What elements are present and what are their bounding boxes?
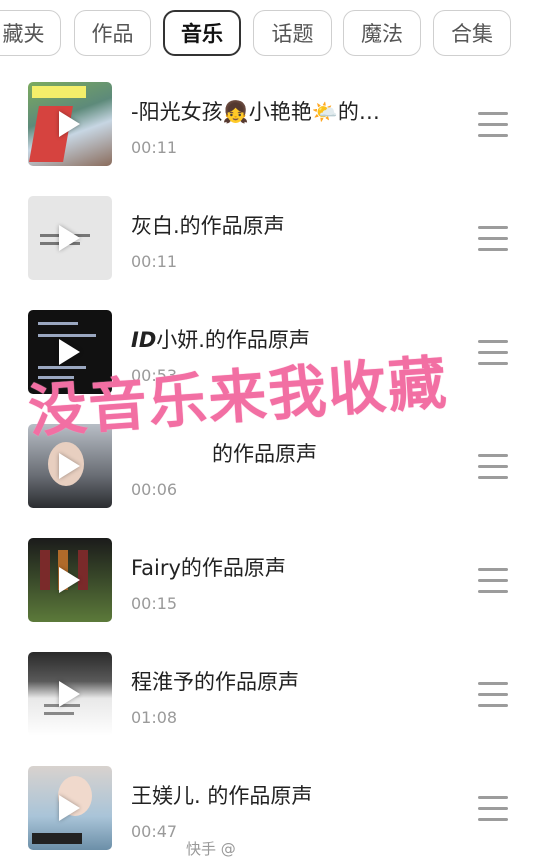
song-duration: 00:47 bbox=[131, 822, 178, 841]
song-thumbnail[interactable] bbox=[28, 310, 112, 394]
tab-music[interactable]: 音乐 bbox=[163, 10, 241, 56]
play-icon[interactable] bbox=[59, 225, 80, 251]
song-title: ID小妍.的作品原声 bbox=[131, 324, 451, 354]
play-icon[interactable] bbox=[59, 795, 80, 821]
tab-topics[interactable]: 话题 bbox=[253, 10, 332, 56]
app-watermark: 快手 @ bbox=[186, 840, 236, 858]
play-icon[interactable] bbox=[59, 453, 80, 479]
play-icon[interactable] bbox=[59, 681, 80, 707]
drag-handle-icon[interactable] bbox=[478, 796, 508, 822]
song-title-prefix: ID bbox=[131, 328, 157, 352]
song-title: Fairy的作品原声 bbox=[131, 556, 286, 580]
song-thumbnail[interactable] bbox=[28, 196, 112, 280]
tab-magic[interactable]: 魔法 bbox=[343, 10, 421, 56]
play-icon[interactable] bbox=[59, 111, 80, 137]
drag-handle-icon[interactable] bbox=[478, 682, 508, 708]
tab-favorites[interactable]: 藏夹 bbox=[0, 10, 61, 56]
list-item[interactable]: 灰白.的作品原声 00:11 bbox=[0, 182, 539, 296]
drag-handle-icon[interactable] bbox=[478, 226, 508, 252]
song-duration: 00:06 bbox=[131, 480, 178, 499]
song-title: -阳光女孩👧小艳艳🌤️的… bbox=[131, 100, 380, 124]
list-item[interactable]: Fairy的作品原声 00:15 bbox=[0, 524, 539, 638]
song-title: 程淮予的作品原声 bbox=[131, 670, 299, 694]
tab-works[interactable]: 作品 bbox=[74, 10, 151, 56]
song-title: 王媄儿. 的作品原声 bbox=[131, 784, 313, 808]
song-thumbnail[interactable] bbox=[28, 652, 112, 736]
play-icon[interactable] bbox=[59, 567, 80, 593]
song-duration: 00:53 bbox=[131, 366, 178, 385]
list-item[interactable]: 程淮予的作品原声 01:08 bbox=[0, 638, 539, 752]
list-item[interactable]: 王媄儿. 的作品原声 00:47 bbox=[0, 752, 539, 865]
drag-handle-icon[interactable] bbox=[478, 112, 508, 138]
song-thumbnail[interactable] bbox=[28, 538, 112, 622]
tab-collections[interactable]: 合集 bbox=[433, 10, 511, 56]
play-icon[interactable] bbox=[59, 339, 80, 365]
song-duration: 00:11 bbox=[131, 252, 178, 271]
category-tabs: 藏夹 作品 音乐 话题 魔法 合集 bbox=[0, 0, 539, 64]
list-item[interactable]: 的作品原声 00:06 bbox=[0, 410, 539, 524]
drag-handle-icon[interactable] bbox=[478, 454, 508, 480]
song-title-text: 小妍.的作品原声 bbox=[156, 328, 310, 352]
drag-handle-icon[interactable] bbox=[478, 340, 508, 366]
list-item[interactable]: ID小妍.的作品原声 00:53 bbox=[0, 296, 539, 410]
song-title: 灰白.的作品原声 bbox=[131, 214, 285, 238]
list-item[interactable]: -阳光女孩👧小艳艳🌤️的… 00:11 bbox=[0, 68, 539, 182]
song-duration: 00:11 bbox=[131, 138, 178, 157]
song-thumbnail[interactable] bbox=[28, 82, 112, 166]
song-duration: 00:15 bbox=[131, 594, 178, 613]
song-thumbnail[interactable] bbox=[28, 766, 112, 850]
song-duration: 01:08 bbox=[131, 708, 178, 727]
drag-handle-icon[interactable] bbox=[478, 568, 508, 594]
song-thumbnail[interactable] bbox=[28, 424, 112, 508]
